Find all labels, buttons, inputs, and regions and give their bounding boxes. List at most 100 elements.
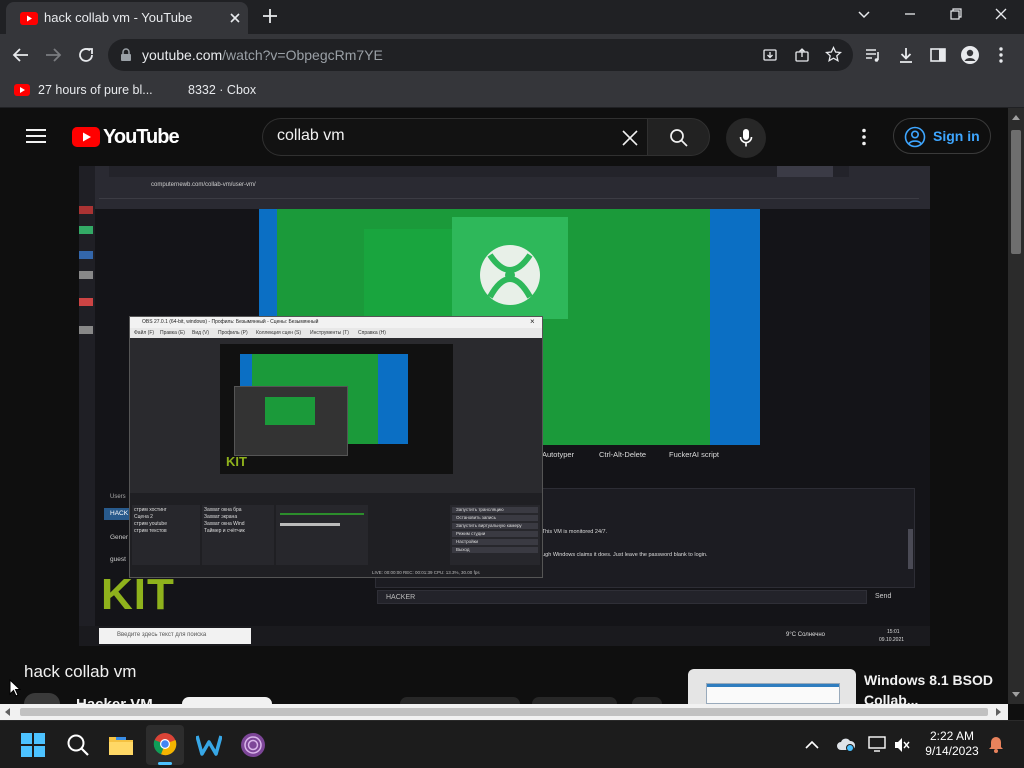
obs-menu-item[interactable]: Правка (E)	[160, 330, 185, 336]
scroll-right-arrow-icon[interactable]	[996, 708, 1002, 716]
network-display-icon[interactable]	[868, 735, 886, 753]
user-list-item[interactable]: guest	[110, 556, 126, 563]
obs-menu-item[interactable]: Коллекция сцен (S)	[256, 330, 301, 336]
youtube-search-button[interactable]	[647, 118, 710, 156]
close-window-icon[interactable]	[993, 6, 1009, 22]
app-w-icon[interactable]	[196, 733, 222, 757]
obs-window[interactable]: OBS 27.0.1 (64-bit, windows) - Профиль: …	[129, 316, 543, 578]
share-pill[interactable]	[532, 697, 617, 704]
download-icon[interactable]	[897, 46, 915, 64]
fuckerai-script-button[interactable]: FuckerAI script	[669, 450, 719, 459]
back-arrow-icon[interactable]	[12, 46, 30, 64]
related-video-title[interactable]: Windows 8.1 BSOD Collab...	[864, 670, 1004, 704]
install-app-icon[interactable]	[762, 47, 778, 63]
browser-tab-active[interactable]: hack collab vm - YouTube	[6, 2, 248, 34]
obs-scene-item[interactable]: Сцена 2	[134, 514, 153, 520]
voice-search-button[interactable]	[726, 118, 766, 158]
obs-source-item[interactable]: Захват экрана	[204, 514, 237, 520]
obs-menu-item[interactable]: Файл (F)	[134, 330, 154, 336]
obs-source-item[interactable]: Захват окна бра	[204, 507, 242, 513]
notification-bell-icon[interactable]	[988, 735, 1004, 753]
like-dislike-pill[interactable]	[400, 697, 520, 704]
related-video-thumbnail[interactable]	[688, 669, 856, 704]
channel-avatar[interactable]	[24, 693, 60, 704]
page-horizontal-scrollbar[interactable]	[0, 704, 1008, 720]
youtube-search-box[interactable]	[262, 118, 647, 156]
scroll-left-arrow-icon[interactable]	[4, 708, 10, 716]
bookmark-item[interactable]: 8332 · Cbox	[188, 83, 256, 97]
obs-scene-item[interactable]: стрим хостинг	[134, 507, 167, 513]
tab-search-chevron-icon[interactable]	[856, 6, 872, 22]
autotyper-button[interactable]: Autotyper	[542, 450, 574, 459]
channel-name[interactable]: Hacker VM	[76, 696, 153, 704]
forward-arrow-icon[interactable]	[44, 46, 62, 64]
scroll-down-arrow-icon[interactable]	[1012, 692, 1020, 698]
new-tab-icon[interactable]	[262, 8, 278, 24]
address-bar[interactable]: youtube.com/watch?v=ObpegcRm7YE	[108, 39, 853, 71]
chrome-taskbar-button[interactable]	[146, 725, 184, 765]
ctrl-alt-delete-button[interactable]: Ctrl-Alt-Delete	[599, 450, 646, 459]
restore-icon[interactable]	[948, 6, 964, 22]
user-list-item[interactable]: Gener	[110, 534, 128, 541]
obs-preview: KIT	[220, 344, 453, 474]
horizontal-scroll-thumb[interactable]	[20, 708, 988, 716]
obs-source-item[interactable]: Захват окна Wind	[204, 521, 245, 527]
sign-in-label: Sign in	[933, 128, 980, 144]
obs-virtual-camera-button[interactable]: Запустить виртуальную камеру	[456, 523, 522, 528]
youtube-favicon-icon	[20, 12, 38, 25]
chat-scrollbar[interactable]	[908, 529, 913, 569]
share-icon[interactable]	[794, 47, 810, 63]
obs-scene-item[interactable]: стрим youtube	[134, 521, 167, 527]
obs-menu-item[interactable]: Инструменты (T)	[310, 330, 349, 336]
vertical-scroll-thumb[interactable]	[1011, 130, 1021, 254]
obs-close-icon[interactable]: ×	[530, 317, 535, 326]
file-explorer-icon[interactable]	[108, 734, 134, 756]
scroll-up-arrow-icon[interactable]	[1012, 114, 1020, 120]
search-icon	[670, 129, 688, 147]
bookmark-item[interactable]: 27 hours of pure bl...	[38, 83, 153, 97]
bookmark-star-icon[interactable]	[825, 46, 842, 63]
profile-icon[interactable]	[960, 45, 980, 65]
video-player[interactable]: computernewb.com/collab-vm/user-vm/ Auto…	[79, 166, 930, 646]
obs-stop-recording-button[interactable]: Остановить запись	[456, 515, 496, 520]
reload-icon[interactable]	[77, 46, 95, 64]
show-hidden-icons-chevron-icon[interactable]	[804, 739, 820, 751]
close-tab-icon[interactable]	[228, 11, 242, 25]
windows-start-icon[interactable]	[21, 733, 45, 757]
page-vertical-scrollbar[interactable]	[1008, 108, 1024, 704]
obs-studio-mode-button[interactable]: Режим студии	[456, 531, 485, 536]
media-queue-icon[interactable]	[864, 46, 882, 64]
taskbar-search-icon[interactable]	[66, 733, 90, 757]
cloud-sync-icon[interactable]	[836, 737, 856, 753]
youtube-search-input[interactable]	[277, 127, 597, 145]
sign-in-button[interactable]: Sign in	[893, 118, 991, 154]
obs-menu-item[interactable]: Справка (H)	[358, 330, 386, 336]
obs-settings-button[interactable]: Настройки	[456, 539, 478, 544]
more-actions-pill[interactable]	[632, 697, 662, 704]
chat-input-box[interactable]: HACKER	[377, 590, 867, 604]
settings-menu-icon[interactable]	[860, 128, 868, 146]
system-clock[interactable]: 2:22 AM 9/14/2023	[920, 729, 984, 759]
obs-source-item[interactable]: Таймер и счётчик	[204, 528, 245, 534]
obs-scene-item[interactable]: стрим текстов	[134, 528, 167, 534]
lock-icon[interactable]	[120, 48, 132, 62]
inner-bookmark-divider	[99, 198, 919, 199]
subscribe-button[interactable]	[182, 697, 272, 704]
related-thumb-window	[706, 683, 840, 704]
tor-browser-icon[interactable]	[240, 732, 266, 758]
hamburger-menu-icon[interactable]	[26, 128, 46, 144]
minimize-icon[interactable]	[902, 6, 918, 22]
chrome-menu-icon[interactable]	[996, 46, 1006, 64]
youtube-logo[interactable]: YouTube	[72, 126, 180, 148]
xbox-tile	[452, 217, 568, 319]
obs-menu-item[interactable]: Вид (V)	[192, 330, 209, 336]
volume-muted-icon[interactable]	[893, 736, 911, 754]
chat-send-button[interactable]: Send	[875, 593, 891, 600]
side-panel-icon[interactable]	[929, 46, 947, 64]
obs-menu-item[interactable]: Профиль (P)	[218, 330, 248, 336]
youtube-header: YouTube Sign in	[0, 108, 1008, 166]
obs-exit-button[interactable]: Выход	[456, 547, 469, 552]
obs-start-stream-button[interactable]: Запустить трансляцию	[456, 507, 504, 512]
inner-search-box[interactable]: Введите здесь текст для поиска	[99, 628, 251, 644]
clear-search-icon[interactable]	[621, 129, 639, 147]
